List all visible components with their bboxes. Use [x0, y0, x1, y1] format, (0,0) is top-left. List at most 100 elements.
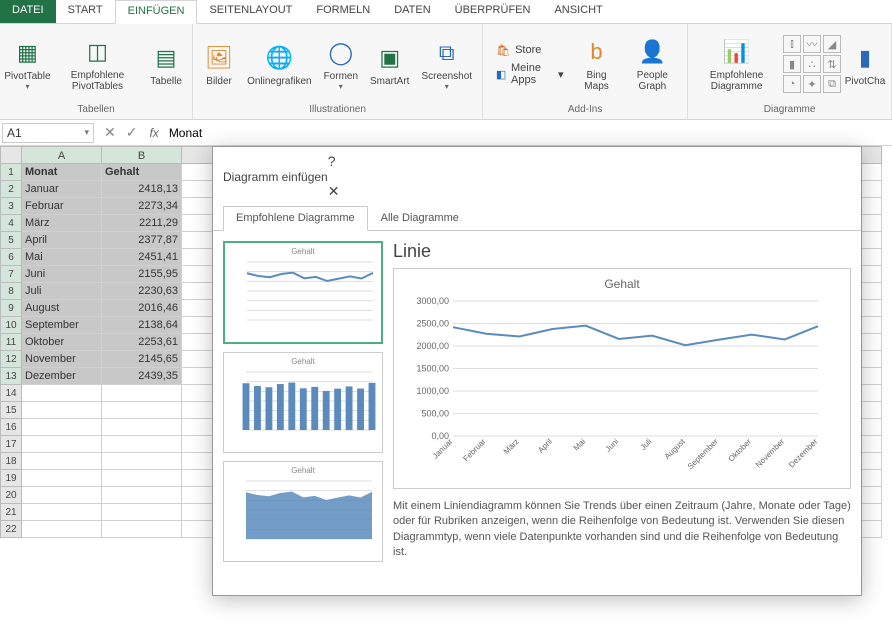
- cell[interactable]: [102, 504, 182, 521]
- pie-chart-icon[interactable]: ◔: [783, 75, 801, 93]
- help-icon[interactable]: ?: [328, 153, 851, 169]
- cell[interactable]: [22, 402, 102, 419]
- area-chart-icon[interactable]: ◢: [823, 35, 841, 53]
- name-box[interactable]: A1 ▾: [2, 123, 94, 143]
- cell[interactable]: 2155,95: [102, 266, 182, 283]
- cell[interactable]: 2273,34: [102, 198, 182, 215]
- ribbon-tab-einfügen[interactable]: EINFÜGEN: [115, 0, 198, 24]
- cell[interactable]: 2138,64: [102, 317, 182, 334]
- row-header[interactable]: 22: [0, 521, 22, 538]
- cell[interactable]: [102, 419, 182, 436]
- pictures-button[interactable]: 🖼 Bilder: [199, 40, 239, 89]
- cell[interactable]: [22, 487, 102, 504]
- cancel-icon[interactable]: ✕: [104, 124, 116, 141]
- row-header[interactable]: 10: [0, 317, 22, 334]
- formula-input[interactable]: [163, 124, 892, 142]
- cell[interactable]: [22, 419, 102, 436]
- pivottable-button[interactable]: ▦ PivotTable ▾: [6, 35, 49, 93]
- row-header[interactable]: 8: [0, 283, 22, 300]
- row-header[interactable]: 14: [0, 385, 22, 402]
- row-header[interactable]: 6: [0, 249, 22, 266]
- cell[interactable]: März: [22, 215, 102, 232]
- ribbon-tab-start[interactable]: START: [56, 0, 115, 23]
- bing-maps-button[interactable]: b Bing Maps: [574, 34, 620, 94]
- cell[interactable]: August: [22, 300, 102, 317]
- cell[interactable]: [22, 436, 102, 453]
- row-header[interactable]: 16: [0, 419, 22, 436]
- row-header[interactable]: 5: [0, 232, 22, 249]
- radar-chart-icon[interactable]: ✦: [803, 75, 821, 93]
- cell[interactable]: [102, 470, 182, 487]
- row-header[interactable]: 21: [0, 504, 22, 521]
- fx-label[interactable]: fx: [145, 126, 162, 140]
- cell[interactable]: Monat: [22, 164, 102, 181]
- cell[interactable]: [22, 453, 102, 470]
- cell[interactable]: 2451,41: [102, 249, 182, 266]
- column-chart-icon[interactable]: ▮: [783, 55, 801, 73]
- stock-chart-icon[interactable]: ⇅: [823, 55, 841, 73]
- cell[interactable]: Gehalt: [102, 164, 182, 181]
- row-header[interactable]: 15: [0, 402, 22, 419]
- column-header[interactable]: A: [22, 146, 102, 164]
- ribbon-tab-daten[interactable]: DATEN: [382, 0, 442, 23]
- ribbon-tab-seitenlayout[interactable]: SEITENLAYOUT: [197, 0, 304, 23]
- row-header[interactable]: 12: [0, 351, 22, 368]
- online-graphics-button[interactable]: 🌐 Onlinegrafiken: [243, 40, 315, 89]
- cell[interactable]: 2418,13: [102, 181, 182, 198]
- row-header[interactable]: 20: [0, 487, 22, 504]
- cell[interactable]: [102, 385, 182, 402]
- cell[interactable]: [102, 453, 182, 470]
- accept-icon[interactable]: ✓: [126, 124, 138, 141]
- ribbon-tab-ansicht[interactable]: ANSICHT: [542, 0, 614, 23]
- tab-all-charts[interactable]: Alle Diagramme: [368, 206, 472, 230]
- cell[interactable]: September: [22, 317, 102, 334]
- combo-chart-icon[interactable]: ⧉: [823, 75, 841, 93]
- cell[interactable]: [22, 385, 102, 402]
- my-apps-button[interactable]: ◧ Meine Apps ▾: [491, 61, 567, 87]
- cell[interactable]: November: [22, 351, 102, 368]
- cell[interactable]: 2230,63: [102, 283, 182, 300]
- tab-recommended-charts[interactable]: Empfohlene Diagramme: [223, 206, 368, 231]
- row-header[interactable]: 11: [0, 334, 22, 351]
- close-icon[interactable]: ✕: [328, 183, 851, 200]
- row-header[interactable]: 9: [0, 300, 22, 317]
- cell[interactable]: Oktober: [22, 334, 102, 351]
- ribbon-tab-formeln[interactable]: FORMELN: [304, 0, 382, 23]
- smartart-button[interactable]: ▣ SmartArt: [366, 40, 413, 89]
- cell[interactable]: 2439,35: [102, 368, 182, 385]
- screenshot-button[interactable]: ⧉ Screenshot ▾: [417, 35, 476, 93]
- ribbon-tab-datei[interactable]: DATEI: [0, 0, 56, 23]
- row-header[interactable]: 7: [0, 266, 22, 283]
- ribbon-tab-überprüfen[interactable]: ÜBERPRÜFEN: [443, 0, 543, 23]
- cell[interactable]: 2253,61: [102, 334, 182, 351]
- row-header[interactable]: 13: [0, 368, 22, 385]
- cell[interactable]: Mai: [22, 249, 102, 266]
- cell[interactable]: 2016,46: [102, 300, 182, 317]
- cell[interactable]: Dezember: [22, 368, 102, 385]
- cell[interactable]: [102, 487, 182, 504]
- line-chart-icon[interactable]: 〰: [803, 35, 821, 53]
- cell[interactable]: Februar: [22, 198, 102, 215]
- bar-chart-icon[interactable]: ⫾: [783, 35, 801, 53]
- cell[interactable]: Juni: [22, 266, 102, 283]
- row-header[interactable]: 3: [0, 198, 22, 215]
- thumb-column-chart[interactable]: Gehalt: [223, 352, 383, 453]
- cell[interactable]: Juli: [22, 283, 102, 300]
- row-header[interactable]: 18: [0, 453, 22, 470]
- cell[interactable]: April: [22, 232, 102, 249]
- table-button[interactable]: ▤ Tabelle: [146, 40, 186, 89]
- cell[interactable]: [22, 504, 102, 521]
- cell[interactable]: [102, 521, 182, 538]
- cell[interactable]: [22, 521, 102, 538]
- row-header[interactable]: 4: [0, 215, 22, 232]
- scatter-chart-icon[interactable]: ∴: [803, 55, 821, 73]
- thumb-line-chart[interactable]: Gehalt: [223, 241, 383, 344]
- thumb-area-chart[interactable]: Gehalt: [223, 461, 383, 562]
- row-header[interactable]: 19: [0, 470, 22, 487]
- cell[interactable]: 2145,65: [102, 351, 182, 368]
- cell[interactable]: 2377,87: [102, 232, 182, 249]
- cell[interactable]: [22, 470, 102, 487]
- store-button[interactable]: 🛍 Store: [491, 41, 567, 59]
- column-header[interactable]: B: [102, 146, 182, 164]
- cell[interactable]: [102, 402, 182, 419]
